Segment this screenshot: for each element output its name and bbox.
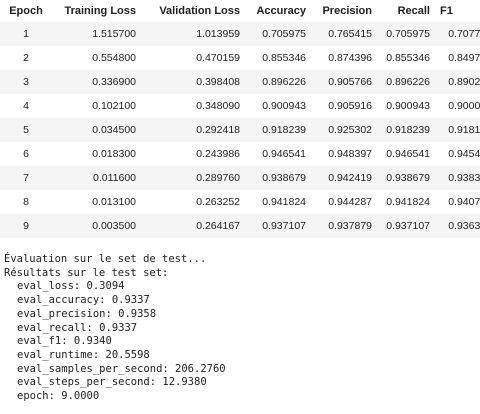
cell-f1: 0.945476 <box>434 142 480 166</box>
cell-f1: 0.849781 <box>434 46 480 70</box>
cell-recall: 0.946541 <box>376 142 434 166</box>
cell-training-loss: 0.102100 <box>52 94 140 118</box>
header-precision: Precision <box>322 5 372 17</box>
cell-precision: 0.925302 <box>310 118 376 142</box>
cell-precision: 0.937879 <box>310 214 376 238</box>
cell-epoch: 4 <box>0 94 52 118</box>
cell-training-loss: 1.515700 <box>52 22 140 46</box>
cell-f1: 0.936348 <box>434 214 480 238</box>
training-metrics-table-container: Epoch Training Loss Validation Loss Accu… <box>0 0 480 238</box>
cell-accuracy: 0.937107 <box>244 214 310 238</box>
cell-accuracy: 0.941824 <box>244 190 310 214</box>
cell-recall: 0.855346 <box>376 46 434 70</box>
cell-precision: 0.942419 <box>310 166 376 190</box>
cell-epoch: 9 <box>0 214 52 238</box>
table-row: 4 0.102100 0.348090 0.900943 0.905916 0.90094… <box>0 94 480 118</box>
table-row: 8 0.013100 0.263252 0.941824 0.944287 0.94182… <box>0 190 480 214</box>
cell-f1: 0.890262 <box>434 70 480 94</box>
cell-training-loss: 0.011600 <box>52 166 140 190</box>
cell-recall: 0.937107 <box>376 214 434 238</box>
console-output: Évaluation sur le set de test... Résultat… <box>4 253 226 404</box>
cell-validation-loss: 0.243986 <box>140 142 244 166</box>
cell-validation-loss: 0.398408 <box>140 70 244 94</box>
eval-metric-line: eval_recall: 0.9337 <box>17 321 138 334</box>
table-row: 9 0.003500 0.264167 0.937107 0.937879 0.93710… <box>0 214 480 238</box>
eval-metric-line: eval_steps_per_second: 12.9380 <box>17 376 207 389</box>
cell-epoch: 6 <box>0 142 52 166</box>
table-row: 3 0.336900 0.398408 0.896226 0.905766 0.89622… <box>0 70 480 94</box>
table-row: 7 0.011600 0.289760 0.938679 0.942419 0.93867… <box>0 166 480 190</box>
cell-validation-loss: 1.013959 <box>140 22 244 46</box>
cell-validation-loss: 0.470159 <box>140 46 244 70</box>
cell-epoch: 3 <box>0 70 52 94</box>
table-row: 1 1.515700 1.013959 0.705975 0.765415 0.70597… <box>0 22 480 46</box>
cell-recall: 0.896226 <box>376 70 434 94</box>
training-metrics-table: Epoch Training Loss Validation Loss Accu… <box>0 0 480 238</box>
cell-epoch: 7 <box>0 166 52 190</box>
cell-accuracy: 0.705975 <box>244 22 310 46</box>
cell-training-loss: 0.003500 <box>52 214 140 238</box>
cell-accuracy: 0.918239 <box>244 118 310 142</box>
eval-metric-line: eval_precision: 0.9358 <box>17 307 157 320</box>
eval-metric-line: eval_accuracy: 0.9337 <box>17 294 150 307</box>
eval-metric-line: eval_f1: 0.9340 <box>17 335 112 348</box>
cell-training-loss: 0.554800 <box>52 46 140 70</box>
cell-validation-loss: 0.263252 <box>140 190 244 214</box>
header-row: Epoch Training Loss Validation Loss Accu… <box>0 0 480 22</box>
cell-validation-loss: 0.292418 <box>140 118 244 142</box>
header-training-loss: Training Loss <box>64 5 136 17</box>
cell-recall: 0.705975 <box>376 22 434 46</box>
cell-recall: 0.938679 <box>376 166 434 190</box>
cell-training-loss: 0.034500 <box>52 118 140 142</box>
eval-status-line: Évaluation sur le set de test... <box>4 253 207 265</box>
table-header: Epoch Training Loss Validation Loss Accu… <box>0 0 480 22</box>
cell-precision: 0.765415 <box>310 22 376 46</box>
eval-metric-line: eval_samples_per_second: 206.2760 <box>17 362 226 375</box>
table-row: 6 0.018300 0.243986 0.946541 0.948397 0.94654… <box>0 142 480 166</box>
cell-validation-loss: 0.289760 <box>140 166 244 190</box>
cell-training-loss: 0.013100 <box>52 190 140 214</box>
eval-metrics-list: eval_loss: 0.3094 eval_accuracy: 0.9337 ev… <box>4 280 226 403</box>
header-accuracy: Accuracy <box>256 5 306 17</box>
cell-training-loss: 0.336900 <box>52 70 140 94</box>
cell-accuracy: 0.938679 <box>244 166 310 190</box>
cell-epoch: 2 <box>0 46 52 70</box>
cell-validation-loss: 0.348090 <box>140 94 244 118</box>
cell-accuracy: 0.900943 <box>244 94 310 118</box>
cell-f1: 0.940789 <box>434 190 480 214</box>
cell-epoch: 5 <box>0 118 52 142</box>
cell-f1: 0.707749 <box>434 22 480 46</box>
cell-f1: 0.938317 <box>434 166 480 190</box>
header-f1: F1 <box>440 5 453 17</box>
cell-recall: 0.900943 <box>376 94 434 118</box>
eval-metric-line: epoch: 9.0000 <box>17 390 100 403</box>
cell-precision: 0.944287 <box>310 190 376 214</box>
cell-recall: 0.918239 <box>376 118 434 142</box>
eval-metric-line: eval_runtime: 20.5598 <box>17 348 150 361</box>
cell-accuracy: 0.896226 <box>244 70 310 94</box>
cell-precision: 0.905916 <box>310 94 376 118</box>
cell-precision: 0.874396 <box>310 46 376 70</box>
cell-recall: 0.941824 <box>376 190 434 214</box>
header-recall: Recall <box>397 5 430 17</box>
header-validation-loss: Validation Loss <box>159 5 240 17</box>
results-title-line: Résultats sur le test set: <box>4 266 169 279</box>
table-row: 5 0.034500 0.292418 0.918239 0.925302 0.91823… <box>0 118 480 142</box>
cell-f1: 0.900000 <box>434 94 480 118</box>
cell-epoch: 8 <box>0 190 52 214</box>
cell-validation-loss: 0.264167 <box>140 214 244 238</box>
eval-metric-line: eval_loss: 0.3094 <box>17 280 125 293</box>
cell-accuracy: 0.946541 <box>244 142 310 166</box>
header-epoch: Epoch <box>9 5 43 17</box>
table-row: 2 0.554800 0.470159 0.855346 0.874396 0.85534… <box>0 46 480 70</box>
cell-f1: 0.918106 <box>434 118 480 142</box>
cell-accuracy: 0.855346 <box>244 46 310 70</box>
table-body: 1 1.515700 1.013959 0.705975 0.765415 0.70597… <box>0 22 480 238</box>
cell-precision: 0.905766 <box>310 70 376 94</box>
cell-training-loss: 0.018300 <box>52 142 140 166</box>
cell-precision: 0.948397 <box>310 142 376 166</box>
cell-epoch: 1 <box>0 22 52 46</box>
